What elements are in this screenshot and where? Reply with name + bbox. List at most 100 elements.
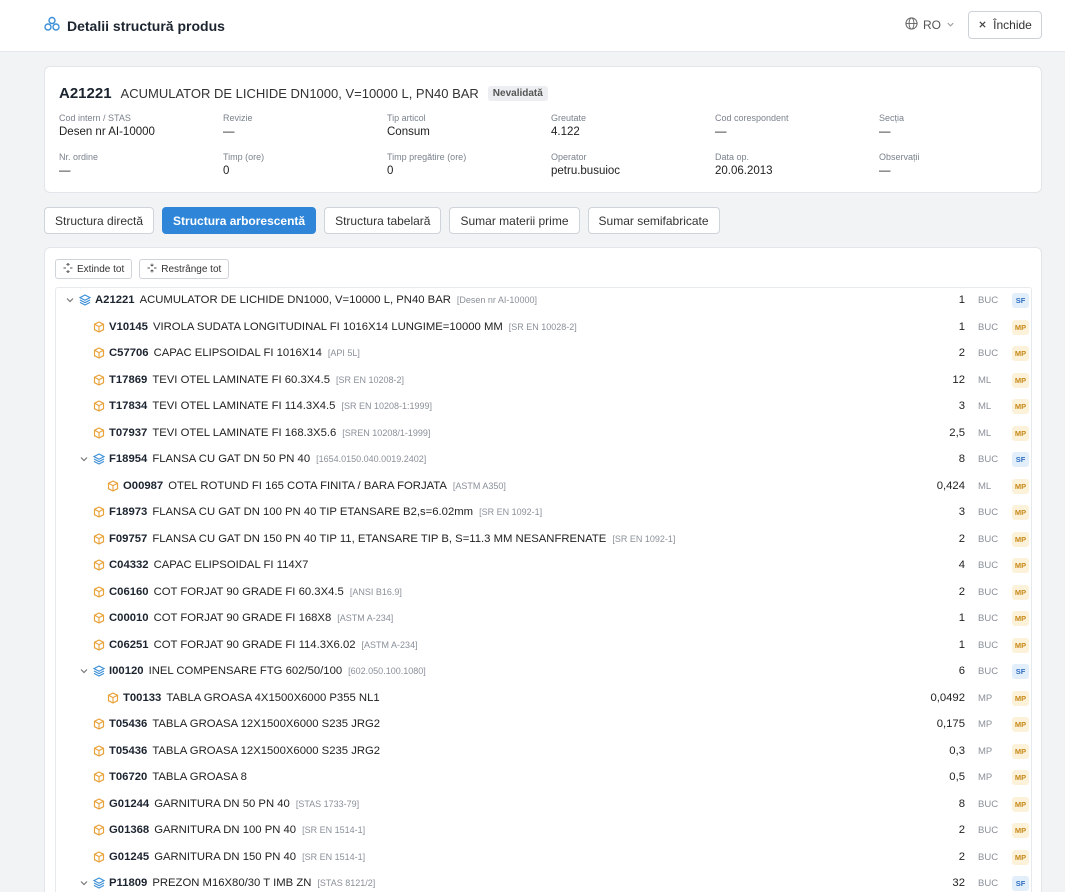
box-icon [93,320,105,333]
chevron-down-icon[interactable] [78,877,90,889]
language-label: RO [923,18,941,32]
status-badge: Nevalidată [487,86,548,101]
row-standard: [1654.0150.040.0019.2402] [316,454,427,464]
tree-row[interactable]: A21221 ACUMULATOR DE LICHIDE DN1000, V=10… [56,288,1031,314]
row-text: C06160 COT FORJAT 90 GRADE FI 60.3X4.5 [AN… [109,586,402,598]
row-name: OTEL ROTUND FI 165 COTA FINITA / BARA FO… [168,479,447,492]
top-bar: Detalii structură produs RO Închide [0,0,1065,52]
row-quantity: 1 [958,638,965,651]
field-label: Cod corespondent [715,113,789,123]
tree-row[interactable]: C00010 COT FORJAT 90 GRADE FI 168X8 [ASTM … [56,606,1031,632]
row-code: O00987 [123,479,164,492]
chevron-down-icon [946,18,955,32]
row-text: G01245 GARNITURA DN 150 PN 40 [SR EN 1514-… [109,851,365,863]
box-icon [93,744,105,757]
tree-row[interactable]: F18954 FLANSA CU GAT DN 50 PN 40 [1654.015… [56,447,1031,473]
tree-row[interactable]: F09757 FLANSA CU GAT DN 150 PN 40 TIP 11,… [56,527,1031,553]
row-text: T05436 TABLA GROASA 12X1500X6000 S235 JRG… [109,718,380,730]
row-text: I00120 INEL COMPENSARE FTG 602/50/100 [602… [109,665,426,677]
row-standard: [SR EN 10208-1:1999] [341,401,433,411]
tree-row[interactable]: T06720 TABLA GROASA 8 0,5 MP MP [56,765,1031,791]
close-button[interactable]: Închide [968,11,1042,39]
row-standard: [SR EN 10208-2] [336,374,405,385]
row-unit: BUC [978,507,999,518]
box-icon [93,771,105,783]
box-icon [107,479,119,492]
row-quantity: 2 [958,347,965,359]
tab-structura-directă[interactable]: Structura directă [44,207,155,234]
tree-row[interactable]: G01245 GARNITURA DN 150 PN 40 [SR EN 1514-… [56,845,1031,871]
row-standard: [ASTM A350] [452,480,506,491]
type-badge: MP [1012,770,1029,785]
product-code: A21221 [59,85,112,102]
tree-row[interactable]: C04332 CAPAC ELIPSOIDAL FI 114X7 4 BUC MP [56,553,1031,579]
row-name: GARNITURA DN 150 PN 40 [154,850,297,863]
row-text: F18973 FLANSA CU GAT DN 100 PN 40 TIP ETA… [109,506,542,518]
tree-row[interactable]: G01368 GARNITURA DN 100 PN 40 [SR EN 1514-… [56,818,1031,844]
tree-row[interactable]: T00133 TABLA GROASA 4X1500X6000 P355 NL1 0… [56,686,1031,712]
box-icon [93,824,105,836]
box-icon [93,559,105,571]
layers-icon [78,294,92,306]
box-icon [93,373,105,386]
expand-all-label: Extinde tot [77,263,125,275]
tree-row[interactable]: T05436 TABLA GROASA 12X1500X6000 S235 JRG… [56,739,1031,765]
tree-row[interactable]: C57706 CAPAC ELIPSOIDAL FI 1016X14 [API 5L… [56,341,1031,367]
chevron-down-icon[interactable] [64,294,76,306]
field-label: Timp pregătire (ore) [387,152,467,162]
tree-row[interactable]: I00120 INEL COMPENSARE FTG 602/50/100 [602… [56,659,1031,685]
field-value: Desen nr AI-10000 [59,126,155,138]
row-quantity: 3 [958,400,965,412]
tab-structura-arborescentă[interactable]: Structura arborescentă [162,207,317,234]
row-text: T17869 TEVI OTEL LAMINATE FI 60.3X4.5 [SR … [109,374,404,386]
tree-row[interactable]: C06160 COT FORJAT 90 GRADE FI 60.3X4.5 [AN… [56,580,1031,606]
field-value: 4.122 [551,126,580,138]
tree-row[interactable]: F18973 FLANSA CU GAT DN 100 PN 40 TIP ETA… [56,500,1031,526]
tree-row[interactable]: T07937 TEVI OTEL LAMINATE FI 168.3X5.6 [SR… [56,421,1031,447]
row-name: FLANSA CU GAT DN 150 PN 40 TIP 11, ETANS… [152,532,607,545]
row-name: COT FORJAT 90 GRADE FI 60.3X4.5 [153,585,344,598]
collapse-icon [147,263,157,276]
tree-row[interactable]: V10145 VIROLA SUDATA LONGITUDINAL FI 1016… [56,315,1031,341]
type-badge: MP [1012,505,1029,520]
type-badge: MP [1012,319,1029,335]
box-icon [93,400,105,412]
row-standard: [602.050.100.1080] [348,666,426,676]
tree-row[interactable]: T05436 TABLA GROASA 12X1500X6000 S235 JRG… [56,712,1031,738]
product-field: Operator petru.busuioc [551,152,701,177]
type-badge: SF [1012,664,1029,679]
row-text: T17834 TEVI OTEL LAMINATE FI 114.3X4.5 [SR… [109,400,432,412]
row-code: C06251 [109,638,149,651]
product-card: A21221 ACUMULATOR DE LICHIDE DN1000, V=1… [44,66,1042,193]
layers-icon [92,665,106,677]
expand-all-button[interactable]: Extinde tot [55,259,133,279]
tab-sumar-materii-prime[interactable]: Sumar materii prime [449,207,580,234]
row-unit: ML [978,401,992,412]
row-name: CAPAC ELIPSOIDAL FI 1016X14 [153,347,322,359]
product-field: Greutate 4.122 [551,113,701,138]
row-code: T17834 [109,400,148,412]
box-icon [93,638,105,651]
collapse-all-button[interactable]: Restrânge tot [139,259,230,279]
tree-row[interactable]: O00987 OTEL ROTUND FI 165 COTA FINITA / B… [56,474,1031,500]
language-selector[interactable]: RO [905,17,955,33]
chevron-down-icon[interactable] [78,665,90,677]
row-quantity: 2 [958,532,965,545]
type-badge: MP [1012,584,1029,600]
tab-structura-tabelară[interactable]: Structura tabelară [324,207,442,234]
row-code: C06160 [109,585,149,598]
tree-row[interactable]: C06251 COT FORJAT 90 GRADE FI 114.3X6.02 [… [56,633,1031,659]
field-label: Data op. [715,152,750,162]
tree-row[interactable]: G01244 GARNITURA DN 50 PN 40 [STAS 1733-79… [56,792,1031,818]
tree-row[interactable]: T17869 TEVI OTEL LAMINATE FI 60.3X4.5 [SR … [56,368,1031,394]
box-icon [93,585,105,598]
tree-row[interactable]: P11809 PREZON M16X80/30 T IMB ZN [STAS 812… [56,871,1031,892]
product-field: Timp pregătire (ore) 0 [387,152,537,177]
row-code: C00010 [109,612,149,624]
tree-row[interactable]: T17834 TEVI OTEL LAMINATE FI 114.3X4.5 [SR… [56,394,1031,420]
row-quantity: 8 [958,797,965,810]
field-label: Tip articol [387,113,426,123]
row-text: O00987 OTEL ROTUND FI 165 COTA FINITA / B… [123,480,506,492]
chevron-down-icon[interactable] [78,453,90,465]
tab-sumar-semifabricate[interactable]: Sumar semifabricate [587,207,720,234]
